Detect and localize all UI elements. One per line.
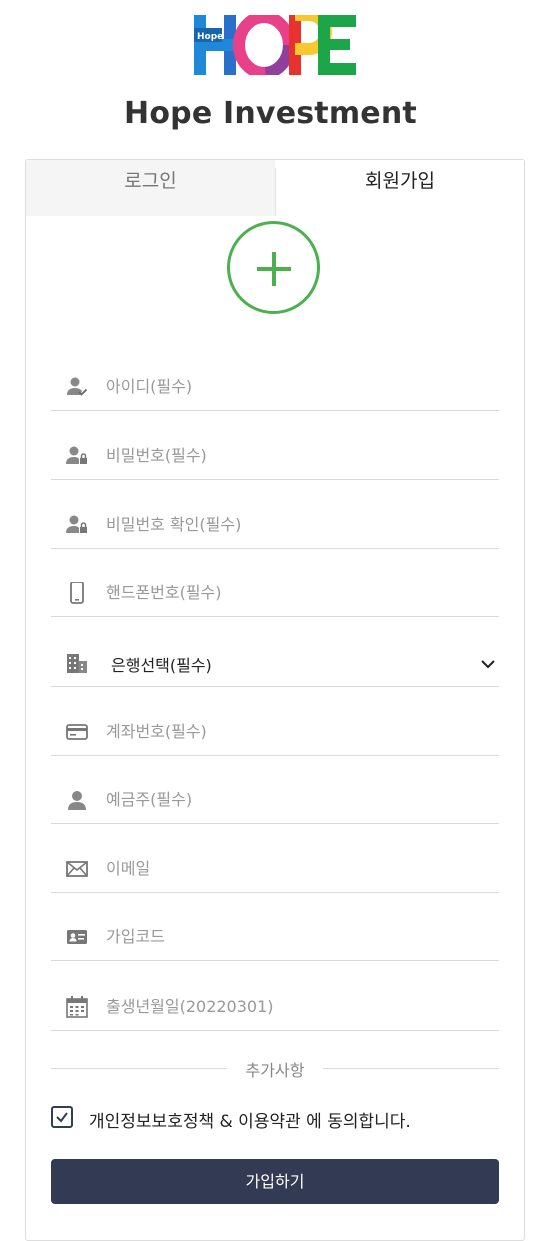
divider-line-right [323, 1068, 499, 1069]
signup-code-input[interactable] [106, 922, 486, 950]
bank-select-value: 은행선택(필수) [111, 656, 212, 675]
user-check-icon [66, 376, 88, 398]
bank-building-icon [66, 652, 88, 674]
divider-label: 추가사항 [245, 1061, 305, 1080]
password-confirm-field-row [51, 496, 499, 549]
hope-logo: Hope [194, 9, 356, 79]
account-field-row [51, 703, 499, 756]
user-lock-icon [66, 514, 88, 536]
tab-signup[interactable]: 회원가입 [276, 160, 524, 216]
svg-text:Hope: Hope [197, 32, 223, 42]
brand-name: Hope Investment [124, 96, 417, 131]
id-card-icon [66, 926, 88, 948]
agreement-text: 개인정보보호정책 & 이용약관 에 동의합니다. [89, 1112, 411, 1132]
id-input[interactable] [106, 372, 486, 400]
account-number-input[interactable] [106, 717, 486, 745]
plus-circle-icon[interactable] [227, 221, 320, 314]
account-holder-input[interactable] [106, 785, 486, 813]
auth-tabs: 로그인 회원가입 [26, 160, 524, 216]
phone-icon [66, 582, 88, 604]
email-field-row [51, 840, 499, 893]
id-field-row [51, 358, 499, 411]
check-icon [56, 1112, 68, 1123]
email-input[interactable] [106, 854, 486, 882]
chevron-down-icon [481, 654, 495, 673]
birthdate-input[interactable] [106, 992, 486, 1020]
holder-field-row [51, 771, 499, 824]
tab-login[interactable]: 로그인 [26, 160, 275, 216]
bank-select-row[interactable]: 은행선택(필수) [51, 634, 499, 687]
birthdate-field-row [51, 978, 499, 1031]
password-field-row [51, 427, 499, 480]
signup-code-field-row [51, 908, 499, 961]
envelope-icon [66, 858, 88, 880]
phone-input[interactable] [106, 578, 486, 606]
calendar-icon [66, 996, 88, 1018]
password-confirm-input[interactable] [106, 510, 486, 538]
user-icon [66, 789, 88, 811]
signup-card: 로그인 회원가입 은행선택(필수) [25, 159, 525, 1241]
agree-checkbox[interactable] [51, 1106, 73, 1128]
phone-field-row [51, 564, 499, 617]
agreement-row[interactable]: 개인정보보호정책 & 이용약관 에 동의합니다. [51, 1106, 499, 1132]
user-lock-icon [66, 445, 88, 467]
password-input[interactable] [106, 441, 486, 469]
credit-card-icon [66, 721, 88, 743]
signup-submit-button[interactable]: 가입하기 [51, 1159, 499, 1204]
